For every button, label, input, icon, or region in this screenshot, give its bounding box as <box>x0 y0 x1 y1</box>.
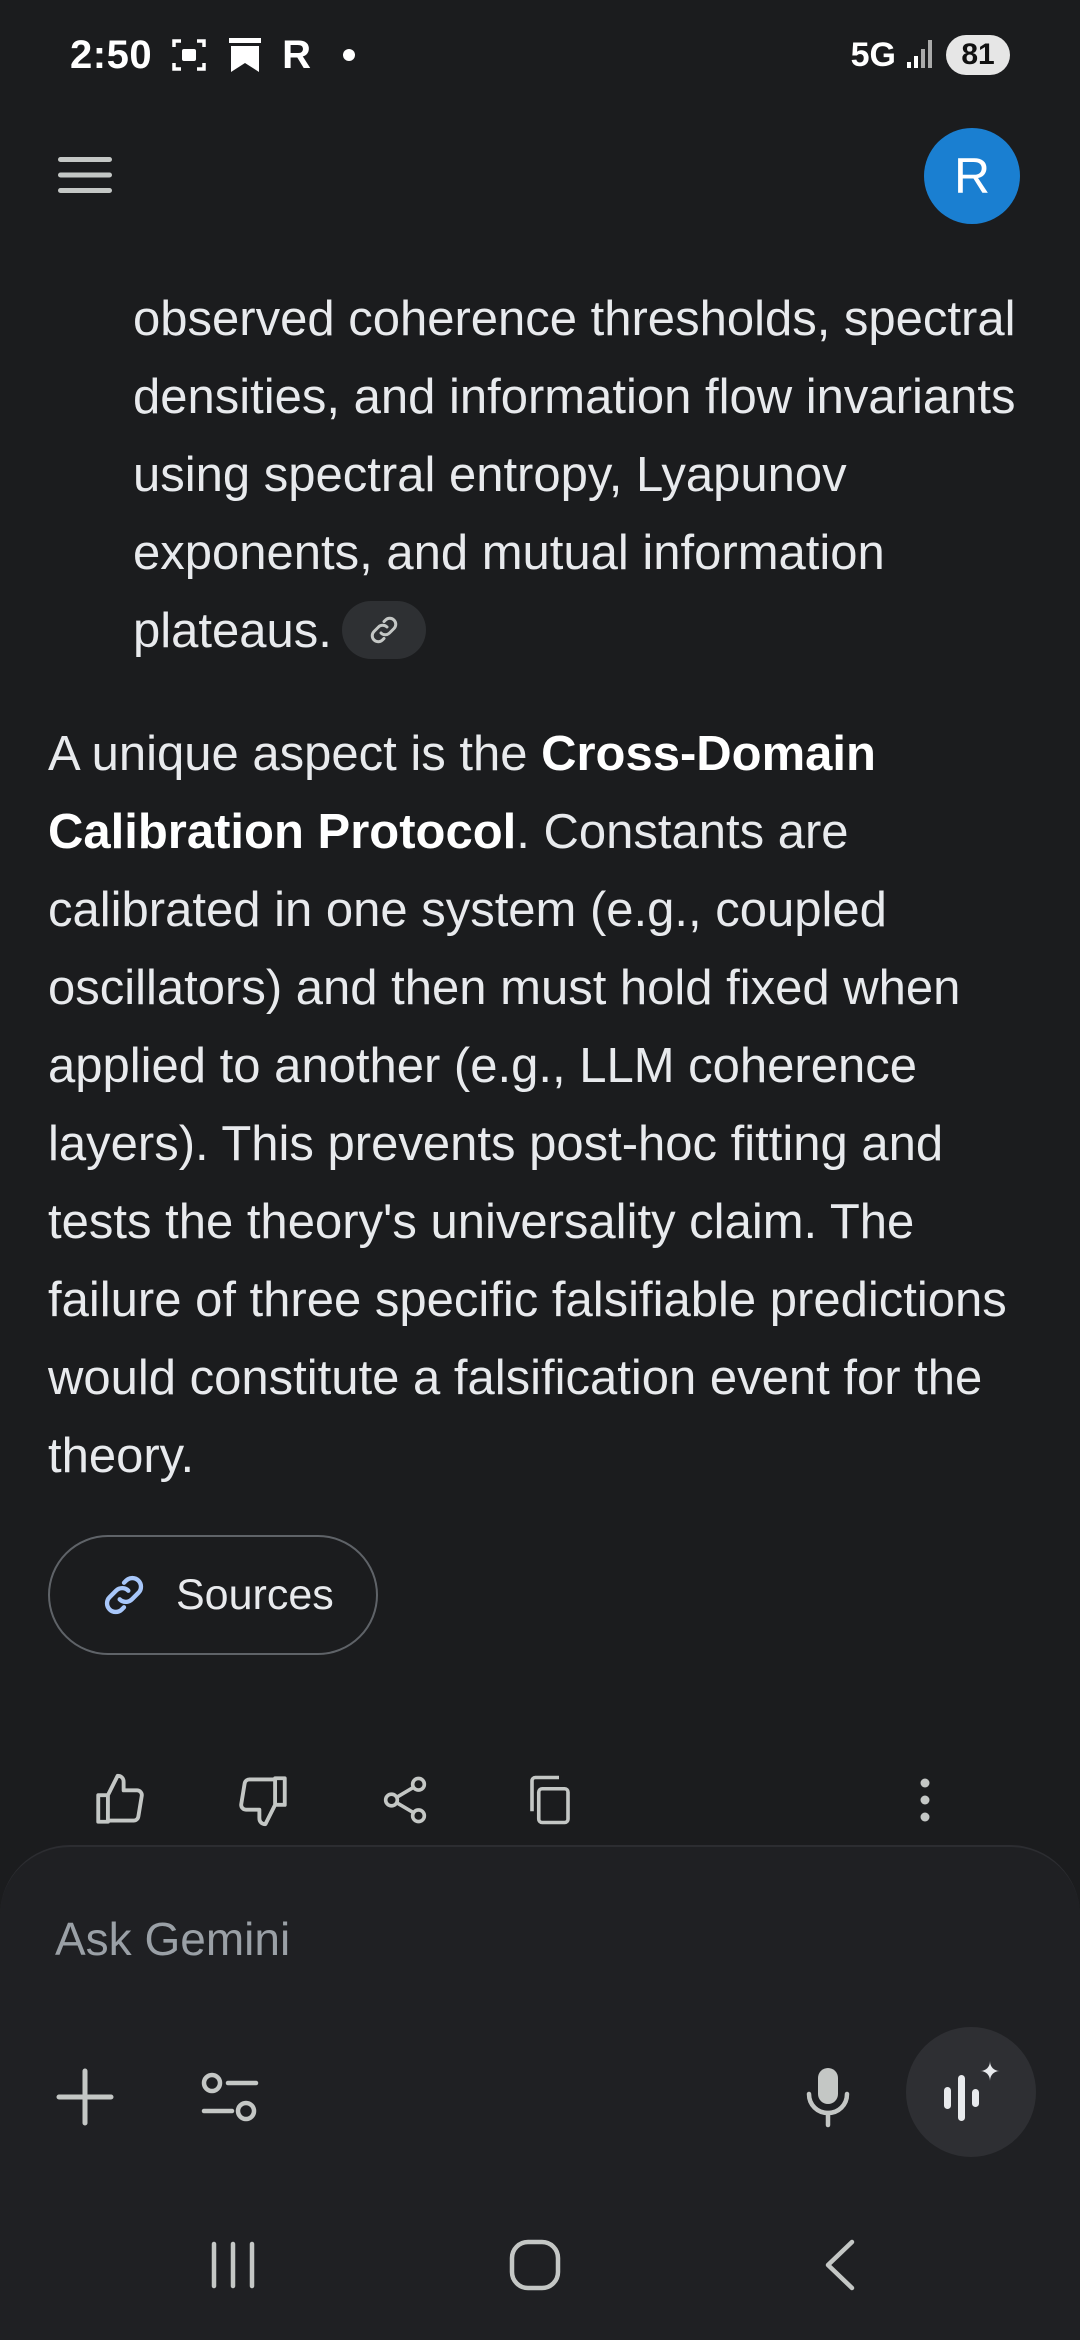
home-button[interactable] <box>485 2225 585 2305</box>
mic-icon <box>806 2068 850 2128</box>
paragraph-text-suffix: . Constants are calibrated in one system… <box>48 805 1007 1483</box>
thumbs-up-icon <box>96 1773 144 1824</box>
status-left: 2:50 R <box>70 33 355 78</box>
more-vert-icon <box>920 1778 930 1822</box>
menu-button[interactable] <box>50 147 120 203</box>
bookmark-flag-icon <box>226 36 264 74</box>
sources-label: Sources <box>176 1570 334 1619</box>
gemini-live-button[interactable] <box>906 2027 1036 2157</box>
citation-link-chip[interactable] <box>341 601 426 660</box>
system-navigation-bar <box>0 2200 1080 2340</box>
share-button[interactable] <box>370 1765 440 1835</box>
more-options-button[interactable] <box>890 1765 960 1835</box>
status-bar: 2:50 R 5G 81 <box>0 0 1080 110</box>
status-time: 2:50 <box>70 32 153 77</box>
screenshot-icon <box>170 36 208 74</box>
response-paragraph: A unique aspect is the Cross-Domain Cali… <box>48 715 1058 1495</box>
gemini-live-icon <box>944 2061 1000 2121</box>
tools-button[interactable] <box>190 2057 270 2137</box>
link-icon <box>370 616 398 644</box>
battery-indicator: 81 <box>946 35 1010 75</box>
response-actions <box>0 1765 1080 1835</box>
hamburger-icon <box>58 157 112 193</box>
paragraph-text: observed coherence thresholds, spectral … <box>133 292 1016 658</box>
status-r-icon: R <box>282 32 311 77</box>
microphone-button[interactable] <box>788 2057 868 2137</box>
paragraph-text-prefix: A unique aspect is the <box>48 727 542 781</box>
link-icon <box>104 1575 144 1615</box>
back-button[interactable] <box>790 2225 890 2305</box>
plus-icon <box>56 2068 114 2126</box>
thumbs-down-button[interactable] <box>228 1765 298 1835</box>
add-attachment-button[interactable] <box>45 2057 125 2137</box>
tune-icon <box>201 2072 259 2122</box>
signal-icon <box>906 36 936 75</box>
copy-icon <box>530 1775 570 1825</box>
back-icon <box>825 2239 855 2291</box>
sources-button[interactable]: Sources <box>48 1535 378 1655</box>
network-type: 5G <box>850 35 896 74</box>
thumbs-up-button[interactable] <box>85 1765 155 1835</box>
recents-icon <box>211 2241 255 2289</box>
avatar[interactable]: R <box>924 128 1020 224</box>
home-icon <box>509 2239 561 2291</box>
copy-button[interactable] <box>515 1765 585 1835</box>
recents-button[interactable] <box>183 2225 283 2305</box>
status-right: 5G 81 <box>851 35 1010 75</box>
response-paragraph-indented: observed coherence thresholds, spectral … <box>133 280 1053 670</box>
share-icon <box>383 1776 427 1824</box>
thumbs-down-icon <box>239 1776 287 1827</box>
notification-dot-icon <box>342 49 355 61</box>
ask-gemini-input[interactable] <box>55 1912 755 1966</box>
top-app-bar: R <box>0 125 1080 225</box>
